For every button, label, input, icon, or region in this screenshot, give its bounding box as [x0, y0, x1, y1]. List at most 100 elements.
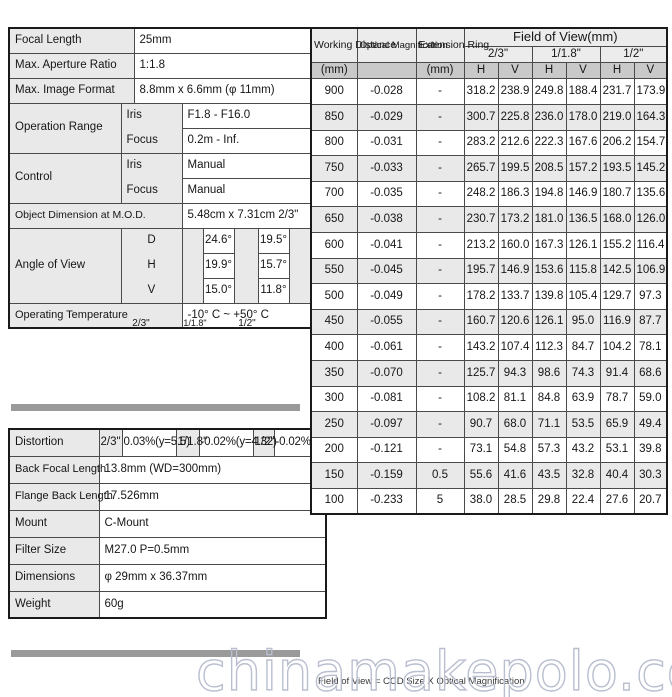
header-h-12: H	[599, 62, 635, 80]
table-shadow-bottom	[11, 650, 300, 657]
spec-label-max-aperture-ratio: Max. Aperture Ratio	[8, 52, 135, 79]
cell-fov-118-v: 84.7	[565, 334, 601, 361]
cell-optical-magnification: -0.233	[356, 487, 417, 515]
cell-extension-ring: -	[415, 308, 465, 336]
cell-fov-12-h: 53.1	[599, 436, 635, 464]
cell-fov-118-h: 57.3	[531, 436, 567, 464]
spec-label-object-dimension: Object Dimension at M.O.D.	[8, 202, 183, 229]
cell-fov-118-v: 32.8	[565, 462, 601, 489]
cell-fov-118-v: 188.4	[565, 78, 601, 105]
aov-format-label-23: 2/3"	[132, 318, 150, 329]
cell-working-distance: 900	[310, 78, 358, 105]
cell-fov-12-v: 116.4	[633, 231, 668, 259]
cell-extension-ring: -	[415, 257, 465, 285]
table-row: 150 -0.159 0.5 55.6 41.6 43.5 32.8 40.4 30.3	[310, 462, 668, 489]
cell-optical-magnification: -0.121	[356, 436, 417, 464]
aov-axis-h: H	[120, 253, 183, 278]
mech-value-back-focal-length: 13.8mm (WD=300mm)	[98, 455, 327, 484]
aov-format-label-12: 1/2"	[238, 318, 256, 329]
cell-fov-118-v: 95.0	[565, 308, 601, 336]
spec-sublabel-control-iris: Iris	[120, 152, 183, 178]
cell-optical-magnification: -0.029	[356, 103, 417, 131]
cell-extension-ring: -	[415, 129, 465, 157]
cell-working-distance: 500	[310, 283, 358, 310]
table-row: 800 -0.031-283.2 212.6 222.3 167.6 206.2 154.7	[310, 129, 668, 157]
mech-value-filter-size: M27.0 P=0.5mm	[98, 536, 327, 565]
cell-extension-ring: -	[415, 334, 465, 361]
cell-fov-12-v: 20.7	[633, 487, 668, 515]
cell-fov-23-v: 238.9	[497, 78, 533, 105]
cell-fov-118-h: 112.3	[531, 334, 567, 361]
cell-working-distance: 850	[310, 103, 358, 131]
table-row: Operation Range Iris F1.8 - F16.0	[8, 102, 342, 154]
header-field-of-view: Field of View(mm)	[463, 27, 668, 47]
spec-label-angle-of-view: Angle of View	[8, 227, 122, 304]
cell-fov-23-h: 178.2	[463, 283, 499, 310]
cell-fov-12-h: 219.0	[599, 103, 635, 131]
cell-fov-12-v: 68.6	[633, 359, 668, 387]
table-row: Dimensions φ 29mm x 36.37mm	[8, 563, 327, 592]
cell-fov-118-v: 146.9	[565, 180, 601, 208]
cell-fov-23-h: 108.2	[463, 385, 499, 413]
cell-fov-23-h: 90.7	[463, 411, 499, 438]
cell-extension-ring: -	[415, 385, 465, 413]
mech-value-dimensions: φ 29mm x 36.37mm	[98, 563, 327, 592]
aov-value-v-118: 11.8°	[257, 277, 290, 304]
cell-fov-12-h: 27.6	[599, 487, 635, 515]
table-row: 700 -0.035-248.2 186.3 194.8 146.9 180.7 135.6	[310, 180, 668, 208]
cell-fov-118-v: 167.6	[565, 129, 601, 157]
table-row: 500 -0.049-178.2 133.7 139.8 105.4 129.7 97.3	[310, 283, 668, 310]
table-row: 350 -0.070-125.7 94.3 98.6 74.3 91.4 68.6	[310, 359, 668, 387]
cell-fov-12-h: 168.0	[599, 206, 635, 233]
cell-fov-12-h: 65.9	[599, 411, 635, 438]
cell-working-distance: 550	[310, 257, 358, 285]
cell-extension-ring: -	[415, 231, 465, 259]
cell-working-distance: 700	[310, 180, 358, 208]
aov-axis-v: V	[120, 278, 183, 304]
cell-fov-118-h: 208.5	[531, 155, 567, 182]
cell-fov-12-h: 116.9	[599, 308, 635, 336]
cell-optical-magnification: -0.038	[356, 206, 417, 233]
cell-fov-118-h: 181.0	[531, 206, 567, 233]
table-row: Max. Aperture Ratio 1:1.8	[8, 52, 342, 79]
cell-working-distance: 800	[310, 129, 358, 157]
cell-optical-magnification: -0.045	[356, 257, 417, 285]
watermark: chinamakepolo.com	[195, 639, 672, 697]
cell-fov-12-v: 59.0	[633, 385, 668, 413]
distortion-value-23: 0.03%(y=5.5)	[121, 428, 190, 457]
cell-fov-12-v: 164.3	[633, 103, 668, 131]
header-format-12: 1/2"	[599, 45, 668, 64]
spec-label-operating-temperature: Operating Temperature	[8, 302, 183, 329]
cell-extension-ring: -	[415, 180, 465, 208]
cell-fov-12-h: 231.7	[599, 78, 635, 105]
footnote-text: Field of View = CCD Size X Optical Magni…	[318, 676, 525, 687]
mech-label-filter-size: Filter Size	[8, 536, 100, 565]
field-of-view-table: Working Distance Optical Magnification E…	[310, 27, 669, 515]
spec-sublabel-control-focus: Focus	[120, 178, 183, 204]
cell-working-distance: 600	[310, 231, 358, 259]
spec-label-operation-range: Operation Range	[8, 102, 122, 154]
cell-extension-ring: -	[415, 206, 465, 233]
cell-fov-12-v: 145.2	[633, 155, 668, 182]
mech-label-distortion: Distortion	[8, 428, 100, 457]
table-header-row: Working Distance Optical Magnification E…	[310, 27, 668, 64]
spec-label-control: Control	[8, 152, 122, 204]
cell-fov-23-h: 213.2	[463, 231, 499, 259]
cell-fov-23-h: 55.6	[463, 462, 499, 489]
header-optical-magnification: Optical Magnification	[356, 27, 448, 64]
cell-fov-118-h: 126.1	[531, 308, 567, 336]
cell-fov-23-h: 160.7	[463, 308, 499, 336]
cell-fov-23-h: 318.2	[463, 78, 499, 105]
cell-fov-12-v: 78.1	[633, 334, 668, 361]
table-row: Flange Back Length 17.526mm	[8, 482, 327, 511]
header-h-23: H	[463, 62, 499, 80]
table-row: Focal Length 25mm	[8, 27, 342, 54]
aov-value-d-23: 24.6°	[202, 227, 235, 254]
cell-fov-23-v: 28.5	[497, 487, 533, 515]
header-h-118: H	[531, 62, 567, 80]
cell-optical-magnification: -0.041	[356, 231, 417, 259]
cell-fov-23-v: 199.5	[497, 155, 533, 182]
mech-label-dimensions: Dimensions	[8, 563, 100, 592]
spec-label-focal-length: Focal Length	[8, 27, 135, 54]
table-row: 750 -0.033-265.7 199.5 208.5 157.2 193.5 145.2	[310, 155, 668, 182]
